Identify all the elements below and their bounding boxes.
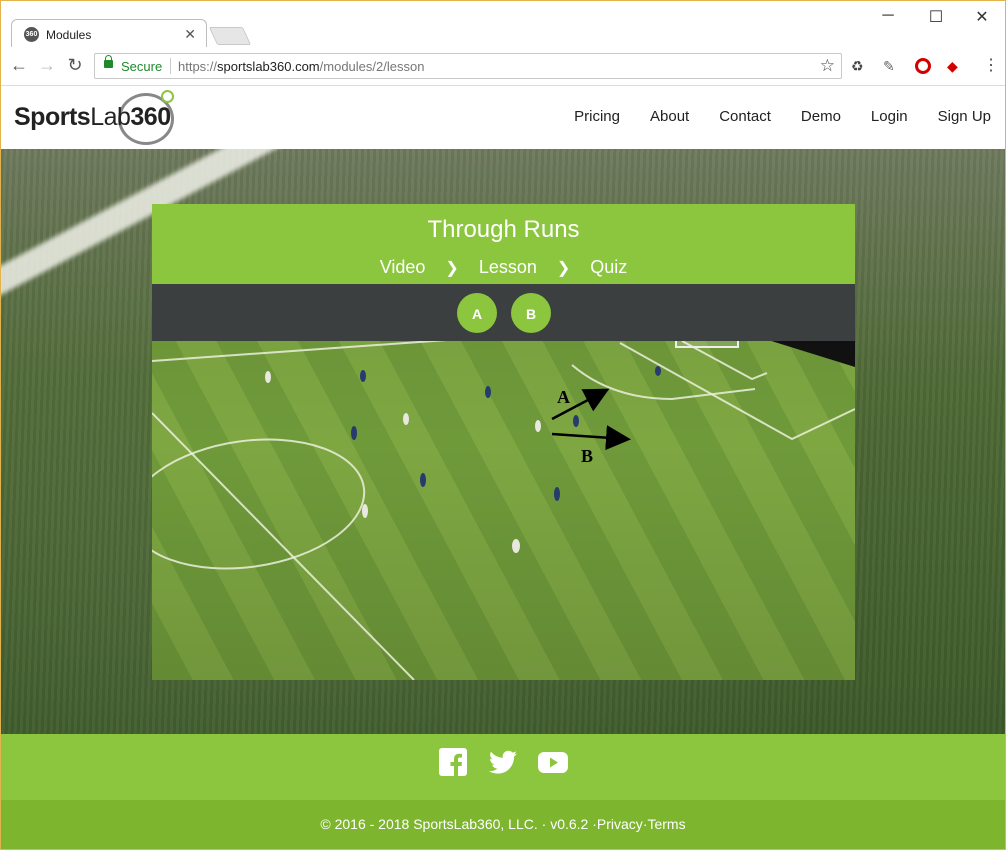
arrow-extension-icon[interactable]: ◆	[947, 58, 958, 75]
recycle-extension-icon[interactable]: ♻	[851, 58, 864, 75]
player	[573, 415, 579, 427]
run-arrow-b	[551, 425, 631, 451]
blue-team	[351, 366, 661, 501]
twitter-icon[interactable]	[488, 747, 518, 777]
tab-title: Modules	[46, 28, 92, 42]
lesson-card: Through Runs Video ❯ Lesson ❯ Quiz A B A…	[152, 204, 855, 680]
touchline	[152, 341, 448, 362]
nav-about[interactable]: About	[650, 108, 689, 125]
player	[360, 370, 366, 382]
url-host: sportslab360.com	[217, 59, 320, 74]
forward-icon[interactable]: →	[35, 55, 59, 76]
url-scheme: https://	[178, 59, 218, 74]
bookmark-star-icon[interactable]: ☆	[820, 56, 835, 76]
url-text: https://sportslab360.com/modules/2/lesso…	[178, 59, 424, 74]
close-window-icon[interactable]: ✕	[959, 7, 1005, 27]
minimize-icon[interactable]: ─	[865, 7, 911, 25]
nav-sign-up[interactable]: Sign Up	[938, 108, 991, 125]
footer-copyright: © 2016 - 2018 SportsLab360, LLC. · v0.6.…	[320, 816, 686, 832]
goal-net	[675, 341, 739, 348]
nav-login[interactable]: Login	[871, 108, 908, 125]
player	[554, 487, 560, 501]
chevron-right-icon: ❯	[556, 260, 571, 277]
player	[655, 366, 661, 376]
chevron-right-icon: ❯	[445, 260, 459, 277]
nav-demo[interactable]: Demo	[801, 108, 841, 125]
youtube-icon[interactable]	[538, 747, 568, 777]
tab-close-icon[interactable]: ✕	[184, 26, 196, 43]
secure-label: Secure	[121, 59, 163, 74]
main-nav: Pricing About Contact Demo Login Sign Up	[574, 108, 991, 125]
facebook-icon[interactable]	[438, 747, 468, 777]
step-lesson[interactable]: Lesson	[479, 257, 537, 278]
option-a-button[interactable]: A	[457, 293, 497, 333]
site-header: SportsLab360 Pricing About Contact Demo …	[1, 86, 1005, 149]
option-b-button[interactable]: B	[511, 293, 551, 333]
reload-icon[interactable]: ↻	[63, 55, 87, 76]
lesson-steps: Video ❯ Lesson ❯ Quiz	[152, 257, 855, 278]
lesson-title: Through Runs	[427, 216, 580, 243]
logo-number: 360	[130, 103, 171, 131]
player	[512, 539, 520, 553]
pen-extension-icon[interactable]: ✎	[883, 58, 895, 75]
menu-icon[interactable]: ⋮	[983, 55, 999, 75]
browser-toolbar: ← → ↻ Secure https://sportslab360.com/mo…	[1, 47, 1005, 86]
player	[351, 426, 357, 440]
pitch-diagram: A B A B	[152, 284, 855, 680]
player	[535, 420, 541, 432]
browser-tab[interactable]: 360 Modules ✕	[11, 19, 207, 49]
privacy-link[interactable]: Privacy	[597, 816, 643, 832]
arrow-label-b: B	[581, 446, 593, 466]
goal-frame	[675, 341, 739, 348]
logo-lab: Lab	[90, 103, 131, 131]
footer-social	[1, 734, 1005, 800]
url-path: /modules/2/lesson	[319, 59, 425, 74]
browser-window: 360 Modules ✕ ─ ☐ ✕ ← → ↻ Secure https:/…	[0, 0, 1006, 850]
option-bar: A B	[152, 284, 855, 341]
player	[362, 504, 368, 518]
pitch-svg: A B	[152, 341, 855, 680]
tab-strip: 360 Modules ✕ ─ ☐ ✕	[1, 1, 1005, 49]
new-tab-button[interactable]	[208, 27, 252, 45]
hero-background: Through Runs Video ❯ Lesson ❯ Quiz A B A…	[1, 149, 1005, 734]
favicon-icon: 360	[24, 27, 39, 42]
social-links	[1, 747, 1005, 777]
logo-text: SportsLab360	[14, 103, 171, 132]
back-icon[interactable]: ←	[7, 55, 31, 76]
site-logo[interactable]: SportsLab360	[14, 90, 184, 146]
step-video[interactable]: Video	[380, 257, 426, 278]
nav-pricing[interactable]: Pricing	[574, 108, 620, 125]
maximize-icon[interactable]: ☐	[913, 7, 959, 27]
lesson-header: Through Runs Video ❯ Lesson ❯ Quiz	[152, 204, 855, 284]
copyright-text: © 2016 - 2018 SportsLab360, LLC.	[320, 816, 538, 832]
center-circle	[152, 438, 366, 570]
step-quiz[interactable]: Quiz	[590, 257, 627, 278]
player	[265, 371, 271, 383]
lock-icon	[104, 55, 113, 68]
version-text: v0.6.2	[550, 816, 589, 832]
opera-extension-icon[interactable]	[915, 58, 931, 74]
white-team	[265, 371, 541, 553]
player	[485, 386, 491, 398]
player	[420, 473, 426, 487]
arrow-label-a: A	[557, 387, 570, 407]
terms-link[interactable]: Terms	[647, 816, 685, 832]
footer-bottom: © 2016 - 2018 SportsLab360, LLC. · v0.6.…	[1, 800, 1005, 849]
url-separator	[170, 58, 171, 74]
logo-dot	[161, 90, 174, 103]
player	[403, 413, 409, 425]
address-bar[interactable]: Secure https://sportslab360.com/modules/…	[94, 53, 842, 79]
nav-contact[interactable]: Contact	[719, 108, 771, 125]
logo-sports: Sports	[14, 103, 91, 131]
